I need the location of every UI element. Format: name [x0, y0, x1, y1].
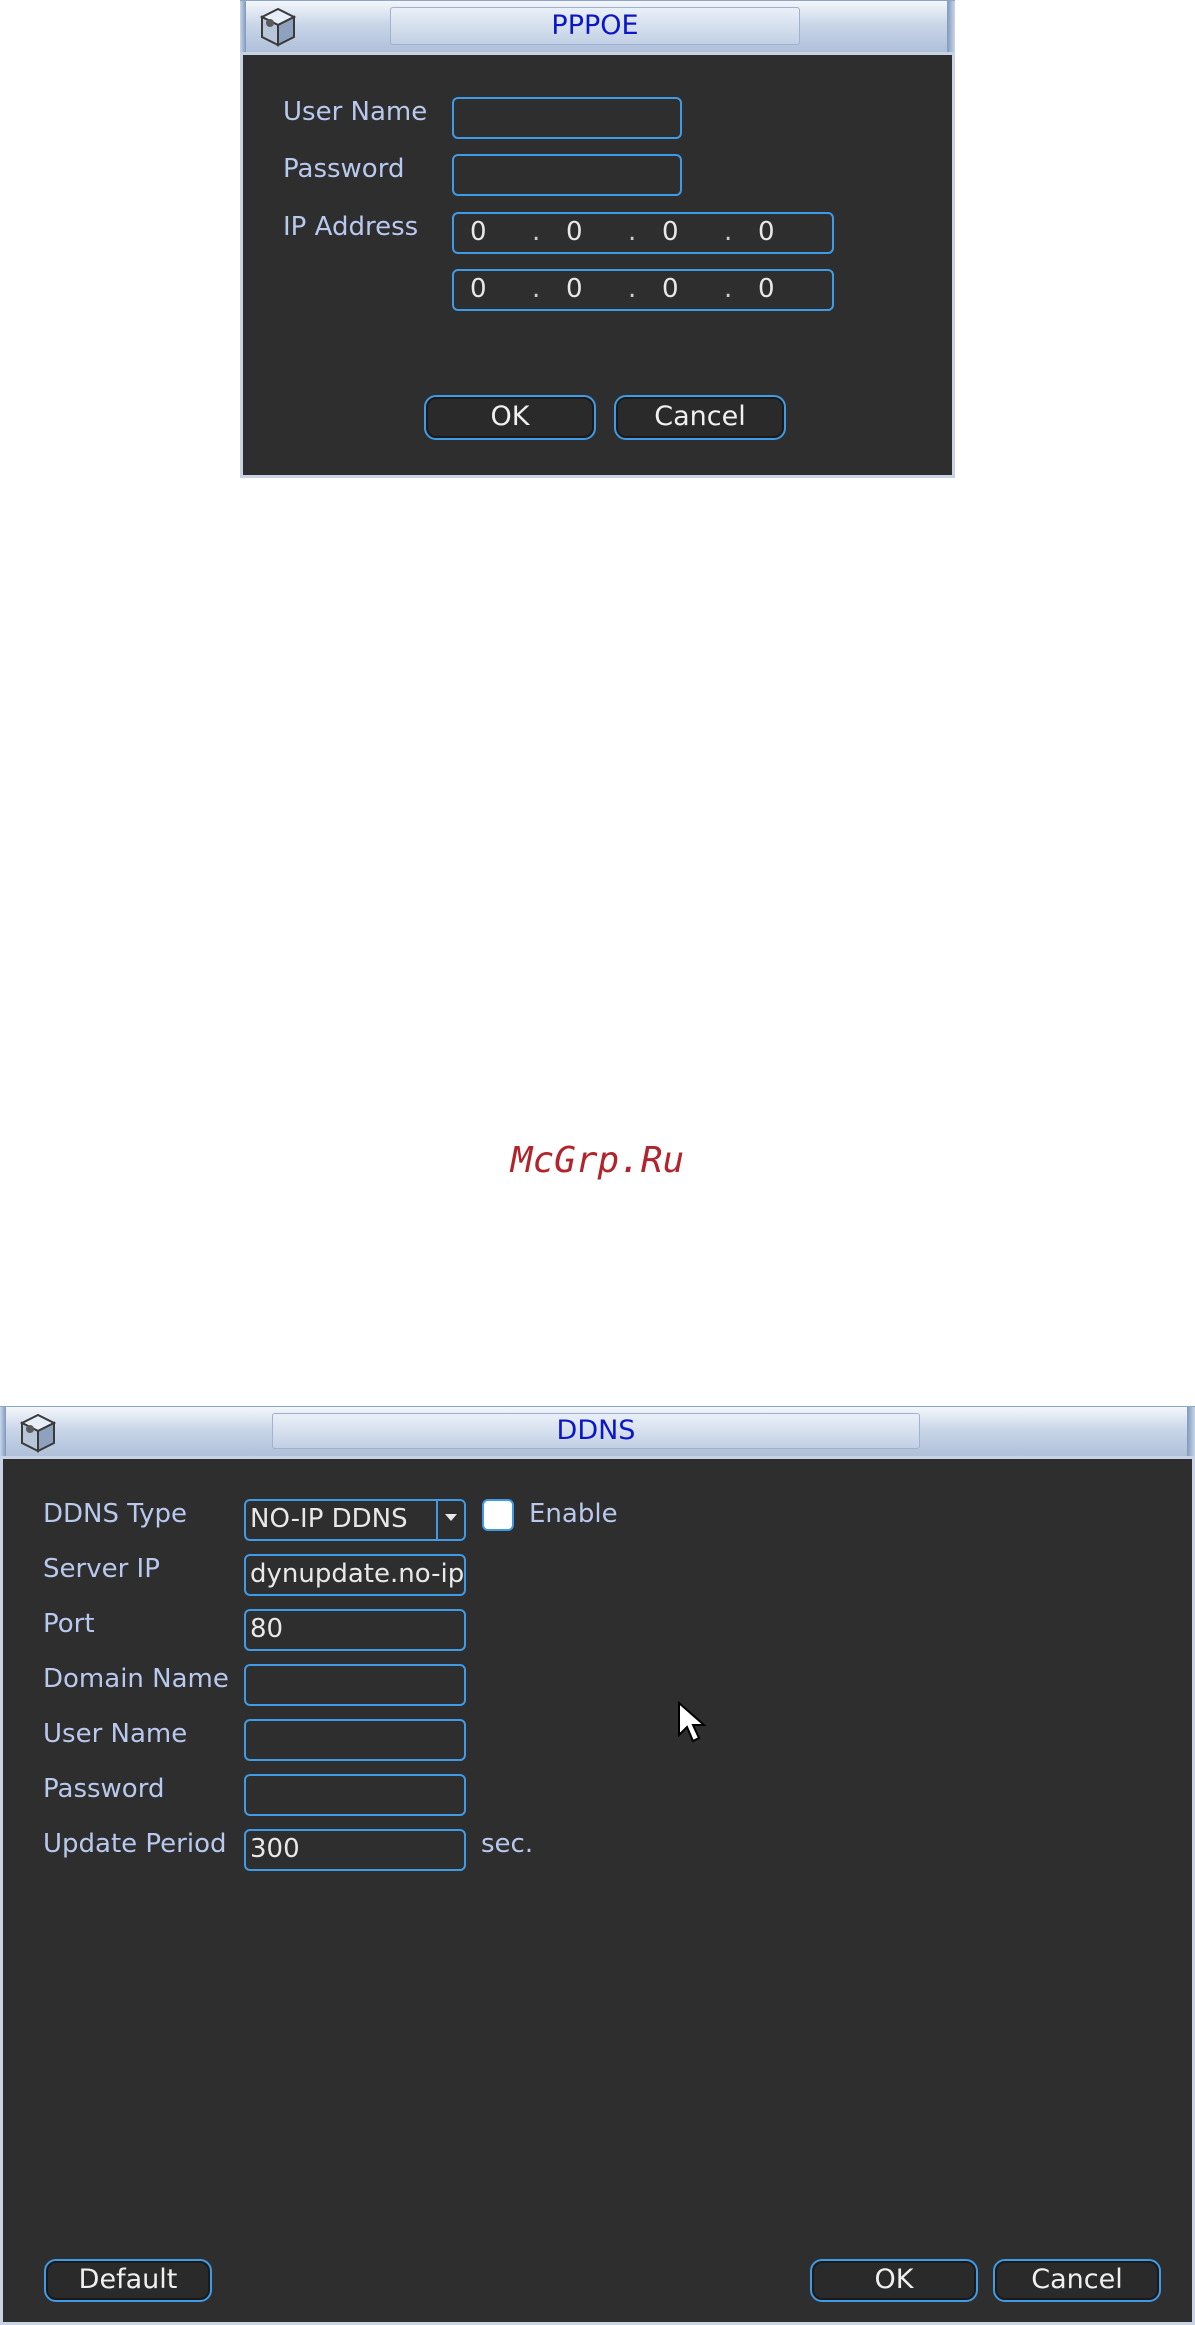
enable-checkbox[interactable]	[482, 1499, 514, 1531]
default-button[interactable]: Default	[44, 2259, 212, 2302]
password-field[interactable]	[244, 1774, 466, 1816]
domain-name-field[interactable]	[244, 1664, 466, 1706]
ok-button[interactable]: OK	[424, 395, 596, 440]
ip-octet: 0	[566, 217, 583, 247]
server-ip-label: Server IP	[43, 1554, 160, 1584]
ok-button[interactable]: OK	[810, 2259, 978, 2302]
ddns-titlebar: DDNS	[0, 1406, 1195, 1457]
user-name-field[interactable]	[452, 97, 682, 139]
enable-label: Enable	[529, 1499, 618, 1529]
pppoe-dialog: PPPOE User Name Password IP Address 0 . …	[240, 0, 955, 478]
password-field[interactable]	[452, 154, 682, 196]
ip-address-field-2[interactable]: 0 . 0 . 0 . 0	[452, 269, 834, 311]
password-label: Password	[283, 154, 405, 184]
chevron-down-icon[interactable]	[436, 1501, 464, 1539]
domain-name-label: Domain Name	[43, 1664, 229, 1694]
mouse-cursor-icon	[677, 1700, 707, 1749]
port-label: Port	[43, 1609, 95, 1639]
ip-octet: 0	[662, 274, 679, 304]
dialog-title: PPPOE	[390, 7, 800, 45]
dialog-title: DDNS	[272, 1413, 920, 1449]
pppoe-titlebar: PPPOE	[240, 0, 955, 53]
ip-octet: 0	[662, 217, 679, 247]
ddns-dialog: DDNS DDNS Type NO-IP DDNS Enable Server …	[0, 1406, 1195, 2325]
user-name-label: User Name	[283, 97, 428, 127]
ip-octet: 0	[758, 217, 775, 247]
cancel-button[interactable]: Cancel	[993, 2259, 1161, 2302]
update-period-label: Update Period	[43, 1829, 227, 1859]
ip-octet: 0	[566, 274, 583, 304]
password-label: Password	[43, 1774, 165, 1804]
ip-address-label: IP Address	[283, 212, 419, 242]
server-ip-field[interactable]: dynupdate.no-ip	[244, 1554, 466, 1596]
update-period-unit: sec.	[481, 1829, 534, 1859]
ip-address-field[interactable]: 0 . 0 . 0 . 0	[452, 212, 834, 254]
ddns-type-value: NO-IP DDNS	[250, 1504, 408, 1534]
update-period-field[interactable]: 300	[244, 1829, 466, 1871]
port-field[interactable]: 80	[244, 1609, 466, 1651]
cube-config-icon	[254, 3, 304, 53]
pppoe-body: User Name Password IP Address 0 . 0 . 0 …	[240, 52, 955, 478]
ddns-body: DDNS Type NO-IP DDNS Enable Server IP dy…	[0, 1456, 1195, 2325]
ip-octet: 0	[758, 274, 775, 304]
cube-config-icon	[14, 1409, 64, 1459]
user-name-label: User Name	[43, 1719, 188, 1749]
ip-octet: 0	[470, 217, 487, 247]
ip-octet: 0	[470, 274, 487, 304]
ddns-type-label: DDNS Type	[43, 1499, 187, 1529]
watermark-text: McGrp.Ru	[510, 1140, 685, 1181]
ddns-type-select[interactable]: NO-IP DDNS	[244, 1499, 466, 1541]
user-name-field[interactable]	[244, 1719, 466, 1761]
cancel-button[interactable]: Cancel	[614, 395, 786, 440]
